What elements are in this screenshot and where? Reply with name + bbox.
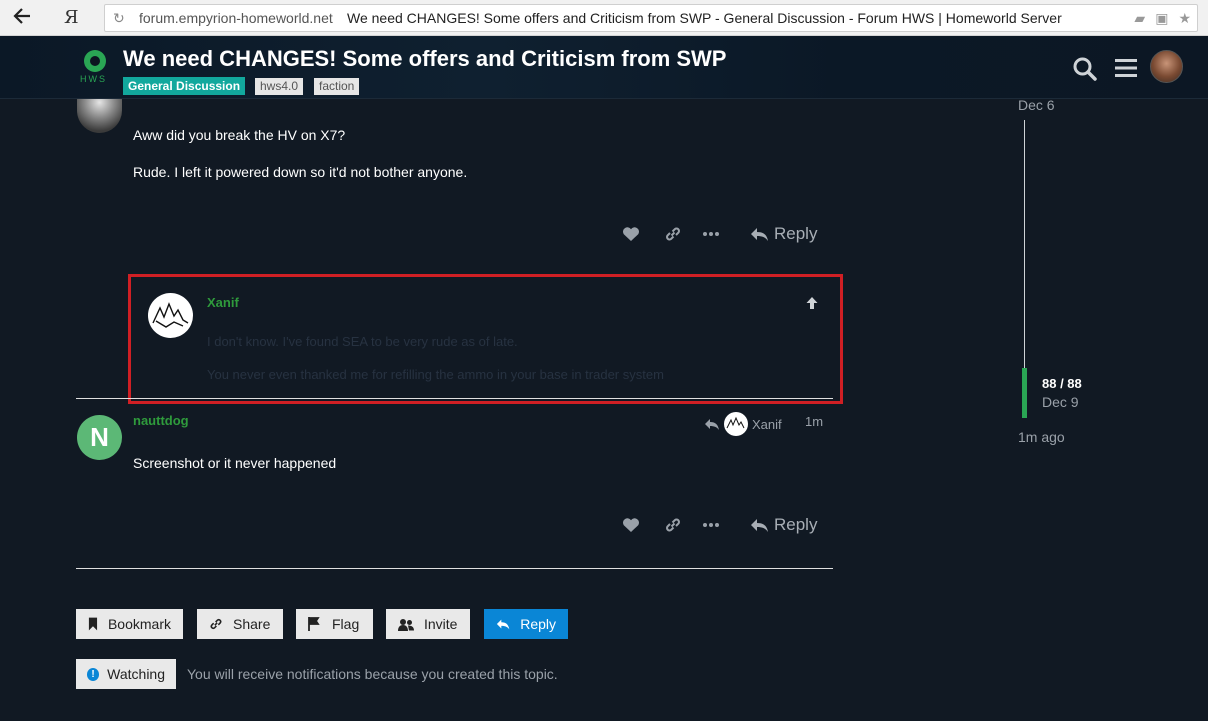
timeline-handle[interactable] — [1022, 368, 1027, 418]
url-page-title: We need CHANGES! Some offers and Critici… — [347, 10, 1062, 26]
hws-logo-text: HWS — [80, 74, 107, 84]
reply-to-indicator[interactable]: Xanif — [704, 412, 782, 436]
share-label: Share — [233, 616, 271, 632]
link-icon[interactable] — [664, 222, 682, 246]
post-text-line-1: Aww did you break the HV on X7? — [133, 127, 346, 143]
reply-arrow-icon — [751, 228, 768, 241]
reply-button-label: Reply — [774, 224, 818, 243]
reply-topic-label: Reply — [520, 616, 556, 632]
yandex-button[interactable]: Я — [64, 6, 88, 30]
timeline-last-activity[interactable]: 1m ago — [1018, 429, 1065, 445]
post-author[interactable]: nauttdog — [133, 413, 189, 428]
address-bar[interactable]: ↻ forum.empyrion-homeworld.net We need C… — [104, 4, 1198, 32]
invite-button[interactable]: Invite — [386, 609, 470, 639]
like-icon[interactable] — [622, 513, 640, 537]
reply-to-username: Xanif — [752, 416, 782, 432]
post-text-line-2: Rude. I left it powered down so it'd not… — [133, 164, 468, 180]
bookmark-label: Bookmark — [107, 616, 171, 632]
browser-toolbar: Я ↻ forum.empyrion-homeworld.net We need… — [0, 0, 1208, 36]
forum-header: HWS We need CHANGES! Some offers and Cri… — [0, 36, 1208, 99]
hws-logo[interactable]: HWS — [80, 50, 112, 88]
topic-title[interactable]: We need CHANGES! Some offers and Critici… — [123, 46, 726, 72]
invite-label: Invite — [424, 616, 458, 632]
reload-icon[interactable]: ↻ — [113, 5, 125, 31]
post-actions: Reply — [612, 222, 836, 246]
arrow-up-icon[interactable] — [805, 296, 819, 310]
reply-button[interactable]: Reply — [750, 513, 817, 537]
topic-end-divider — [76, 568, 833, 569]
nauttdog-avatar[interactable]: N — [77, 415, 122, 460]
post-body: Screenshot or it never happened — [133, 455, 337, 471]
post-divider — [76, 398, 833, 399]
tag-hws4[interactable]: hws4.0 — [255, 78, 304, 95]
post-age[interactable]: 1m — [805, 414, 823, 429]
bookmark-icon — [88, 617, 98, 631]
notification-reason: You will receive notifications because y… — [187, 666, 558, 682]
info-icon: ! — [87, 667, 100, 681]
star-icon[interactable]: ★ — [1178, 10, 1191, 26]
quoted-post-line-2: You never even thanked me for refilling … — [207, 367, 664, 382]
watching-label: Watching — [107, 666, 165, 682]
share-button[interactable]: Share — [197, 609, 283, 639]
timeline-start-date[interactable]: Dec 6 — [1018, 97, 1055, 113]
reply-button[interactable]: Reply — [750, 222, 817, 246]
link-icon — [210, 618, 222, 630]
back-arrow-icon[interactable] — [12, 6, 40, 30]
reply-button-label: Reply — [774, 515, 818, 534]
poster-avatar[interactable] — [77, 99, 122, 133]
more-options-icon[interactable] — [702, 222, 720, 246]
user-avatar[interactable] — [1150, 50, 1183, 83]
users-icon — [398, 618, 414, 631]
url-domain: forum.empyrion-homeworld.net — [139, 10, 333, 26]
reply-arrow-icon — [496, 619, 510, 629]
more-options-icon[interactable] — [702, 513, 720, 537]
xanif-avatar[interactable] — [148, 293, 193, 338]
hamburger-menu-icon[interactable] — [1114, 56, 1138, 80]
flag-button[interactable]: Flag — [296, 609, 373, 639]
timeline-current-date: Dec 9 — [1042, 394, 1079, 410]
reply-topic-button[interactable]: Reply — [484, 609, 568, 639]
link-icon[interactable] — [664, 513, 682, 537]
like-icon[interactable] — [622, 222, 640, 246]
search-icon[interactable] — [1072, 56, 1098, 82]
reply-to-avatar — [724, 412, 748, 436]
timeline-post-count: 88 / 88 — [1042, 376, 1082, 391]
watching-button[interactable]: ! Watching — [76, 659, 176, 689]
category-badge[interactable]: General Discussion — [123, 77, 246, 95]
quoted-post-author[interactable]: Xanif — [207, 295, 239, 310]
reply-arrow-icon — [751, 519, 768, 532]
reply-to-arrow-icon — [705, 418, 719, 430]
tag-faction[interactable]: faction — [314, 78, 360, 95]
quoted-post-line-1: I don't know. I've found SEA to be very … — [207, 334, 518, 349]
flag-icon — [308, 617, 320, 631]
post-actions: Reply — [612, 513, 836, 537]
lock-icon[interactable]: ▣ — [1155, 10, 1168, 26]
comment-icon[interactable]: ▰ — [1134, 10, 1145, 26]
flag-label: Flag — [332, 616, 360, 632]
hws-logo-icon — [84, 50, 106, 72]
bookmark-button[interactable]: Bookmark — [76, 609, 183, 639]
timeline-track[interactable] — [1024, 120, 1025, 368]
